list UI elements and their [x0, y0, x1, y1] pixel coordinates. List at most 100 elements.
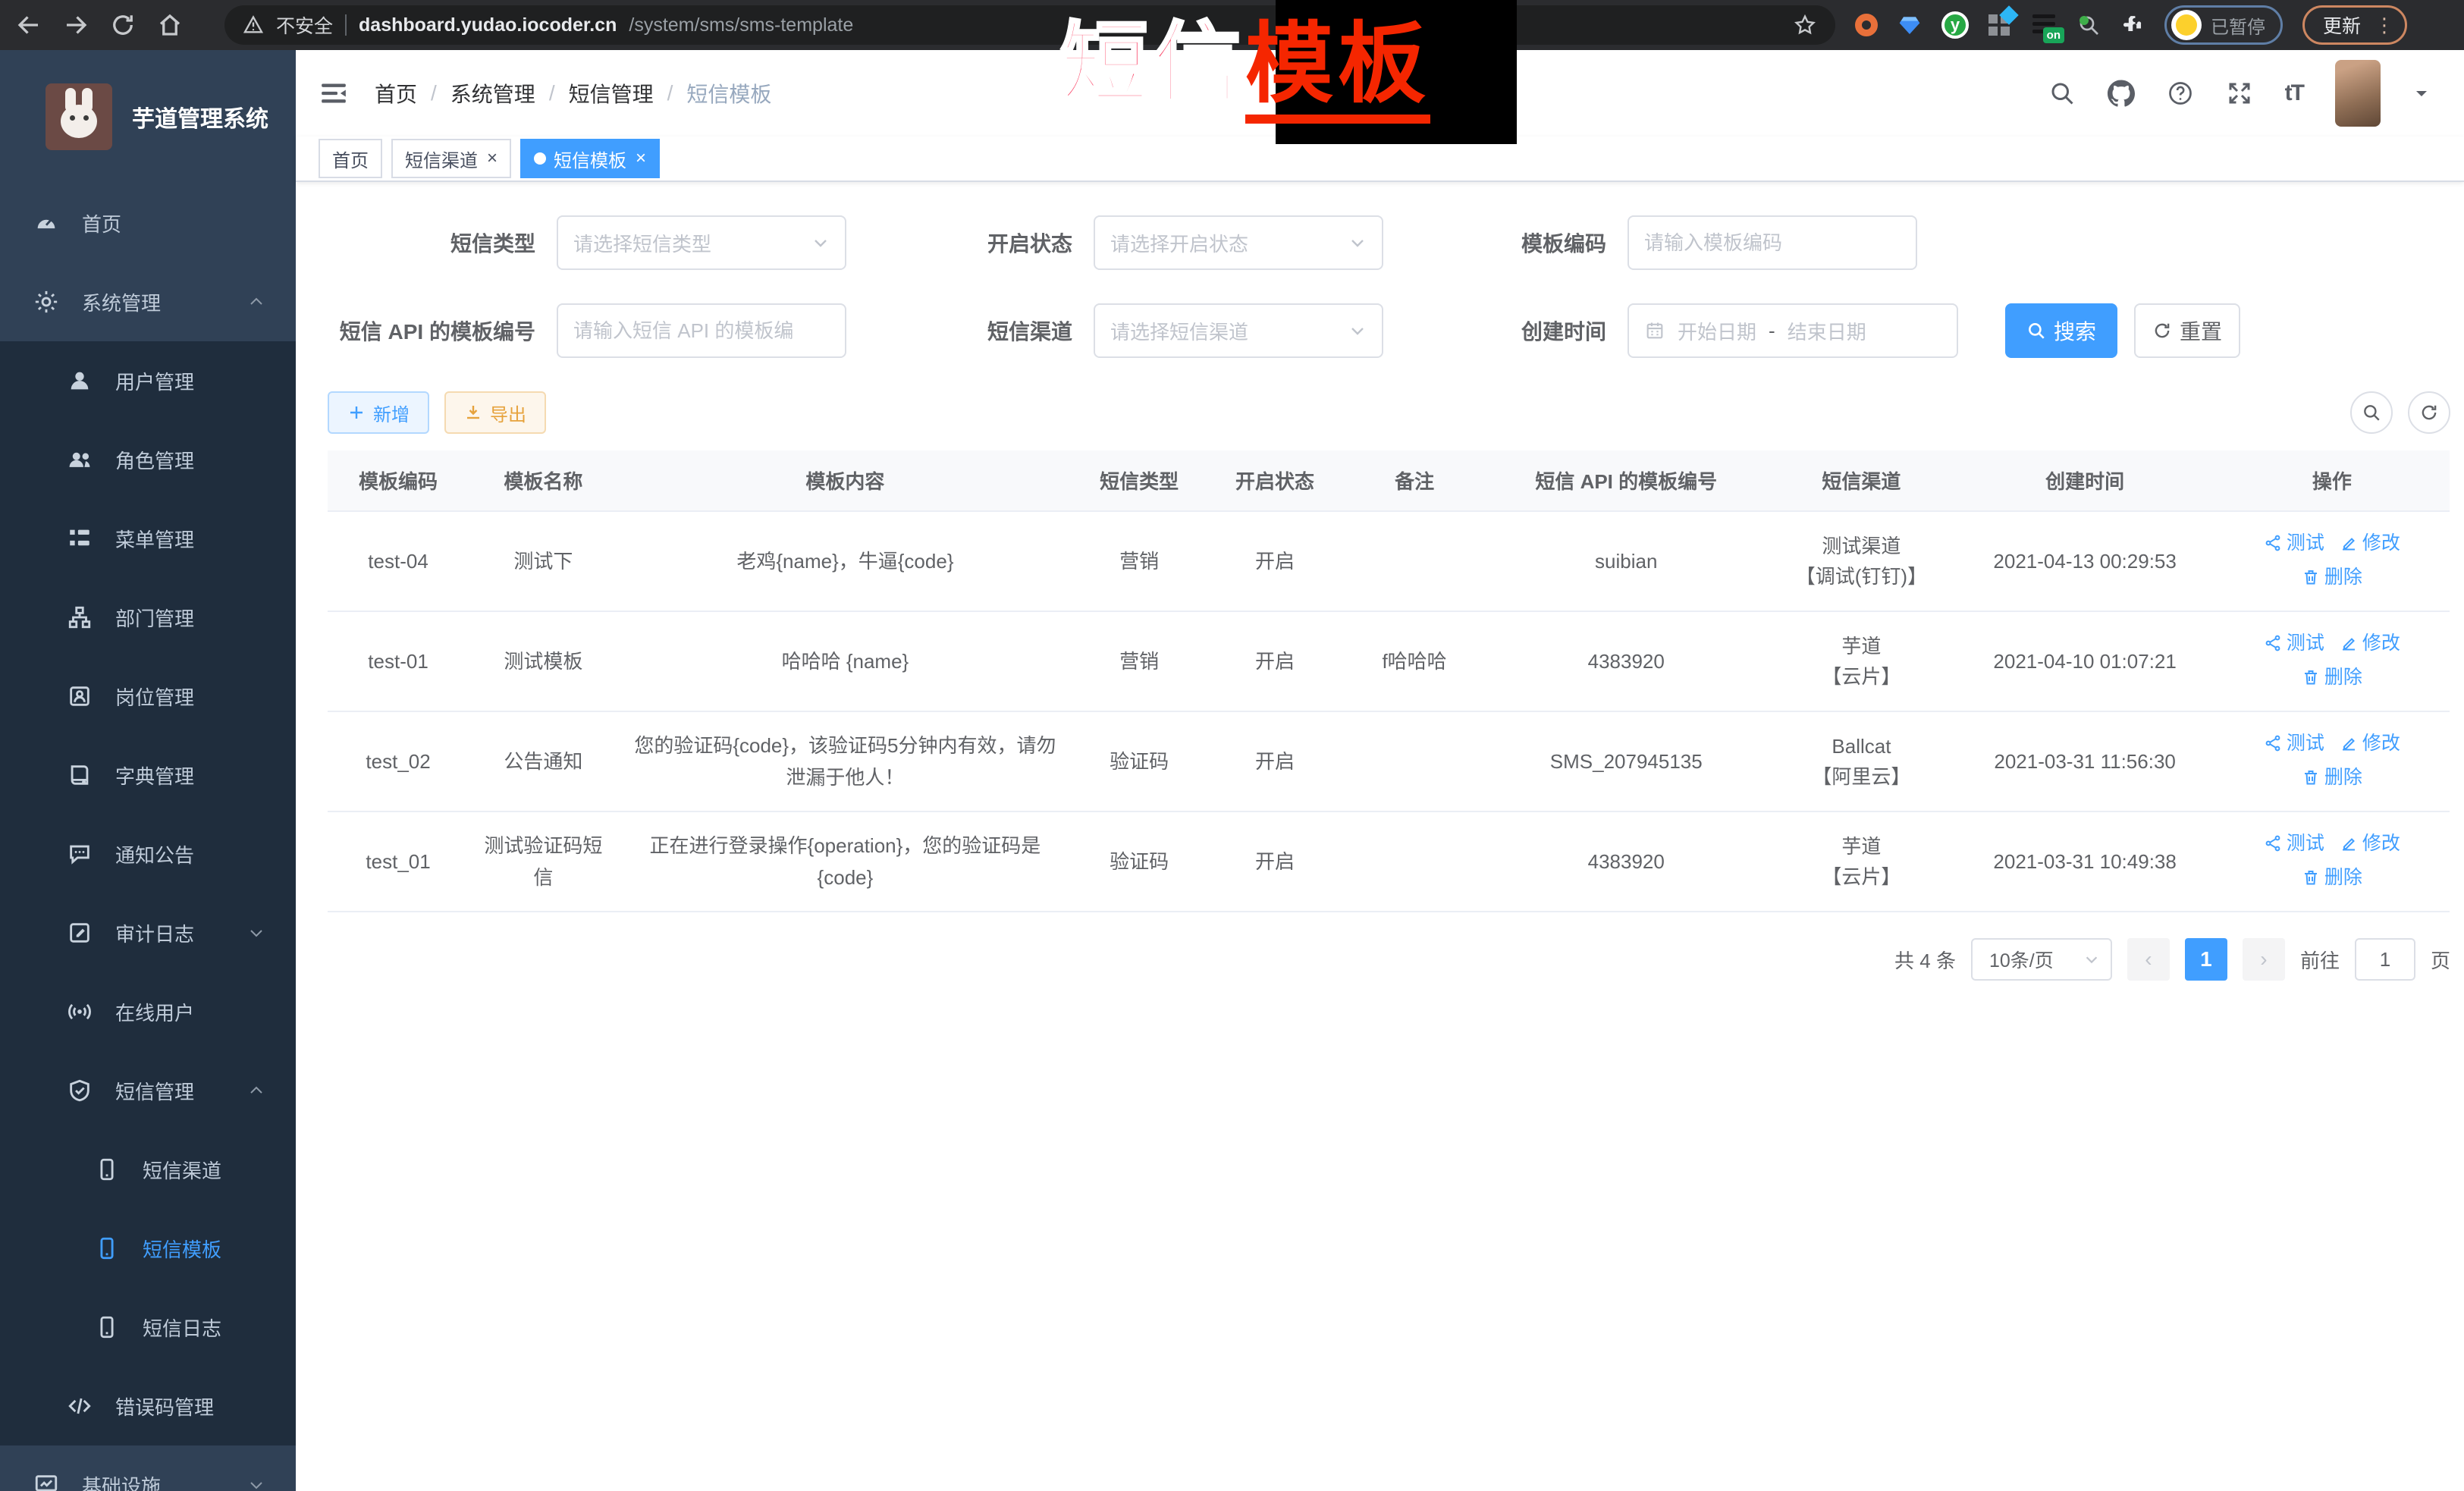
delete-link[interactable]: 删除 [2302, 561, 2362, 593]
search-icon [2362, 403, 2381, 422]
channel-select[interactable]: 请选择短信渠道 [1094, 303, 1383, 358]
sidebar-item-error-code[interactable]: 错误码管理 [0, 1367, 296, 1445]
close-icon[interactable]: × [487, 149, 498, 168]
github-icon[interactable] [2108, 80, 2135, 107]
sidebar-item-label: 岗位管理 [115, 683, 194, 711]
tag-sms-channel[interactable]: 短信渠道× [391, 139, 511, 178]
share-icon [2264, 634, 2282, 652]
browser-menu-dots-icon[interactable]: ⋮ [2375, 14, 2394, 37]
edit-link[interactable]: 修改 [2340, 727, 2400, 759]
test-link[interactable]: 测试 [2264, 627, 2324, 659]
sidebar-logo-row[interactable]: 芋道管理系统 [0, 50, 296, 184]
api-template-id-label: 短信 API 的模板编号 [328, 315, 535, 346]
sidebar-item-user[interactable]: 用户管理 [0, 341, 296, 420]
sidebar-item-infra[interactable]: 基础设施 [0, 1445, 296, 1491]
font-size-icon[interactable]: tT [2285, 80, 2303, 106]
extension-y-icon[interactable]: y [1941, 11, 1969, 39]
user-avatar[interactable] [2335, 60, 2381, 127]
sidebar-item-home[interactable]: 首页 [0, 184, 296, 262]
sms-type-select[interactable]: 请选择短信类型 [557, 215, 846, 270]
breadcrumb-home[interactable]: 首页 [375, 78, 417, 108]
browser-reload-icon[interactable] [109, 11, 137, 39]
browser-back-icon[interactable] [15, 11, 42, 39]
goto-page-input[interactable] [2355, 938, 2415, 981]
dict-icon [67, 762, 93, 788]
sidebar-item-online-user[interactable]: 在线用户 [0, 972, 296, 1051]
delete-link[interactable]: 删除 [2302, 862, 2362, 893]
api-template-id-input[interactable] [557, 303, 846, 358]
sidebar-item-label: 审计日志 [115, 919, 194, 947]
extension-gem-icon[interactable] [1897, 13, 1922, 37]
extension-donut-icon[interactable] [1855, 14, 1878, 36]
bookmark-star-icon[interactable] [1793, 13, 1817, 37]
edit-link[interactable]: 修改 [2340, 627, 2400, 659]
sidebar-item-notice[interactable]: 通知公告 [0, 815, 296, 893]
sidebar-item-dept[interactable]: 部门管理 [0, 578, 296, 657]
sidebar-collapse-icon[interactable] [319, 78, 349, 108]
users-icon [67, 447, 93, 472]
delete-link[interactable]: 删除 [2302, 661, 2362, 693]
filter-channel: 短信渠道 请选择短信渠道 [865, 303, 1383, 358]
extensions-puzzle-icon[interactable] [2120, 13, 2145, 37]
reset-button[interactable]: 重置 [2134, 303, 2240, 358]
browser-home-icon[interactable] [156, 11, 184, 39]
search-button[interactable]: 搜索 [2005, 303, 2117, 358]
tag-home[interactable]: 首页 [319, 139, 382, 178]
edit-link[interactable]: 修改 [2340, 527, 2400, 559]
sidebar-item-role[interactable]: 角色管理 [0, 420, 296, 499]
tag-sms-template[interactable]: 短信模板× [520, 139, 660, 178]
create-time-range-picker[interactable]: 开始日期 - 结束日期 [1627, 303, 1958, 358]
prev-page-button[interactable]: ‹ [2127, 938, 2170, 981]
search-icon[interactable] [2048, 80, 2076, 107]
extensions-area: y on 已暂停 更新 ⋮ [1855, 5, 2407, 45]
phone-icon [94, 1314, 120, 1340]
table-row: test_01测试验证码短信正在进行登录操作{operation}，您的验证码是… [328, 811, 2450, 912]
address-bar[interactable]: 不安全 dashboard.yudao.iocoder.cn/system/sm… [224, 5, 1835, 45]
sidebar-item-menu[interactable]: 菜单管理 [0, 499, 296, 578]
page-size-select[interactable]: 10条/页 [1971, 938, 2112, 981]
user-icon [67, 368, 93, 394]
sidebar-item-sms-channel[interactable]: 短信渠道 [0, 1130, 296, 1209]
status-select[interactable]: 请选择开启状态 [1094, 215, 1383, 270]
sidebar-item-post[interactable]: 岗位管理 [0, 657, 296, 736]
add-button[interactable]: 新增 [328, 391, 429, 434]
cell-channel: 芋道【云片】 [1767, 811, 1955, 912]
breadcrumb-sms[interactable]: 短信管理 [569, 78, 654, 108]
template-code-input[interactable] [1627, 215, 1917, 270]
browser-update-button[interactable]: 更新 ⋮ [2302, 5, 2407, 45]
help-icon[interactable] [2167, 80, 2194, 107]
next-page-button[interactable]: › [2243, 938, 2285, 981]
extension-list-icon[interactable]: on [2032, 14, 2057, 36]
edit-icon [2340, 834, 2358, 852]
browser-forward-icon[interactable] [62, 11, 89, 39]
profile-paused-chip[interactable]: 已暂停 [2164, 5, 2283, 45]
test-link[interactable]: 测试 [2264, 827, 2324, 859]
sidebar-item-system[interactable]: 系统管理 [0, 262, 296, 341]
page-1-button[interactable]: 1 [2185, 938, 2227, 981]
cell-remark: f哈哈哈 [1344, 611, 1485, 711]
breadcrumb-system[interactable]: 系统管理 [450, 78, 535, 108]
test-link[interactable]: 测试 [2264, 527, 2324, 559]
chevron-down-icon [2083, 951, 2100, 968]
cell-actions: 测试修改删除 [2214, 611, 2450, 711]
url-host: dashboard.yudao.iocoder.cn [359, 14, 617, 36]
channel-label: 短信渠道 [865, 315, 1072, 346]
sidebar-item-dict[interactable]: 字典管理 [0, 736, 296, 815]
sidebar-item-sms-template[interactable]: 短信模板 [0, 1209, 296, 1288]
fullscreen-icon[interactable] [2226, 80, 2253, 107]
edit-link[interactable]: 修改 [2340, 827, 2400, 859]
avatar-caret-down-icon[interactable] [2412, 84, 2431, 102]
close-icon[interactable]: × [636, 149, 646, 168]
show-search-button[interactable] [2350, 391, 2393, 434]
security-label[interactable]: 不安全 [276, 11, 333, 39]
refresh-table-button[interactable] [2408, 391, 2450, 434]
export-button[interactable]: 导出 [444, 391, 546, 434]
test-link[interactable]: 测试 [2264, 727, 2324, 759]
delete-link[interactable]: 删除 [2302, 761, 2362, 793]
extension-magnifier-icon[interactable] [2076, 13, 2101, 37]
sidebar-item-sms[interactable]: 短信管理 [0, 1051, 296, 1130]
sidebar-item-audit-log[interactable]: 审计日志 [0, 893, 296, 972]
extension-grid-icon[interactable] [1988, 13, 2013, 37]
sidebar-item-sms-log[interactable]: 短信日志 [0, 1288, 296, 1367]
sms-type-label: 短信类型 [328, 228, 535, 258]
